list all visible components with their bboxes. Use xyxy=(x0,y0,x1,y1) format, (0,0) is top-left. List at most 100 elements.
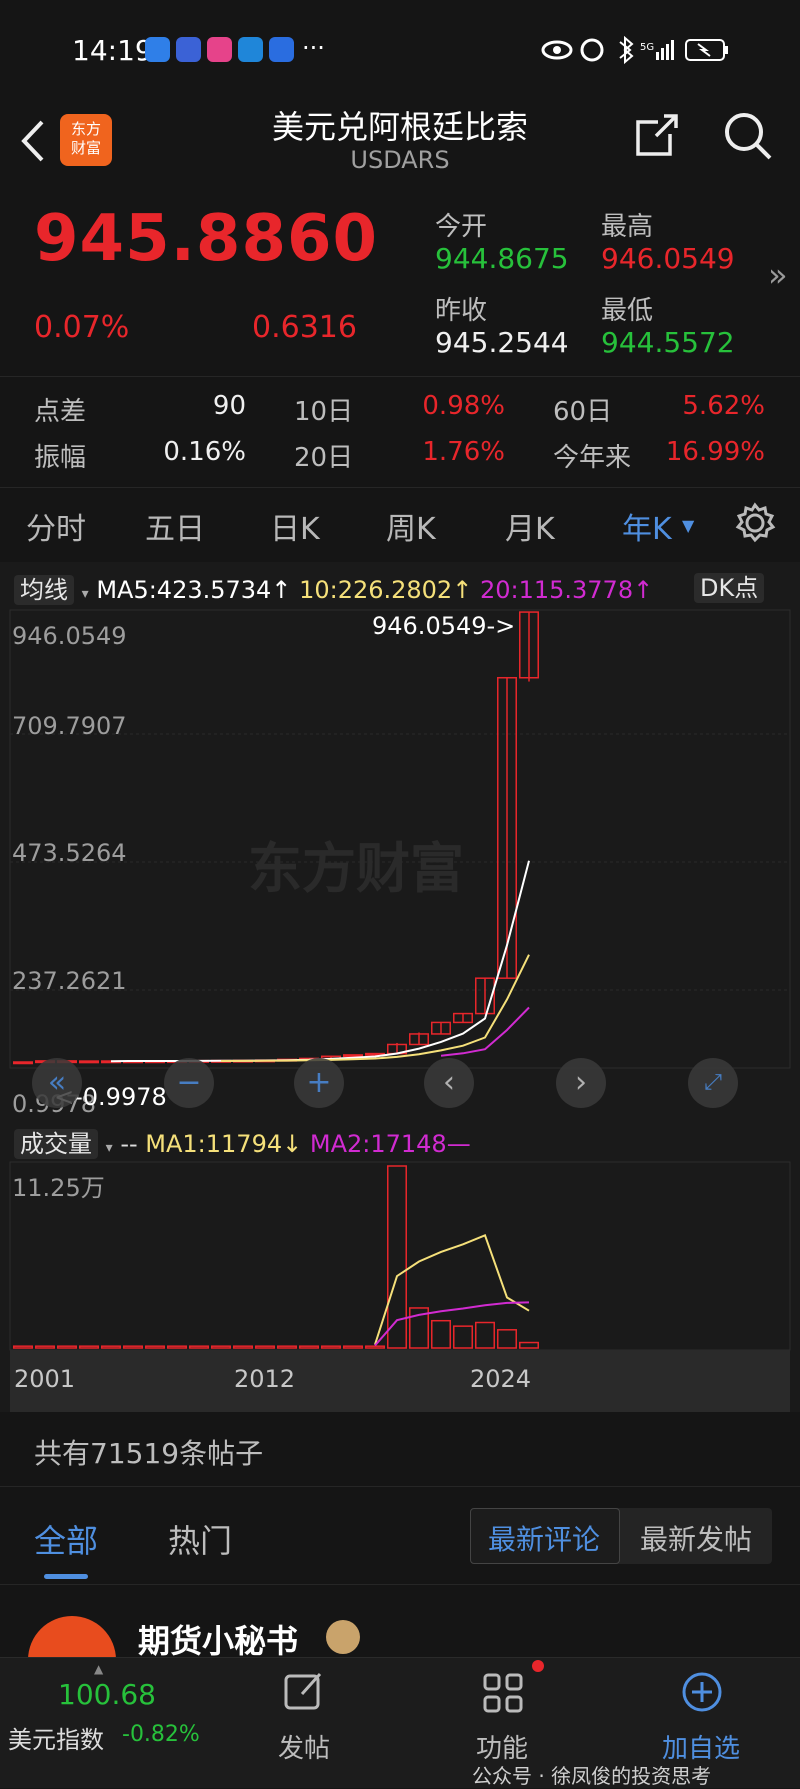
add-circle-icon[interactable] xyxy=(680,1670,724,1714)
sort-latest-comment[interactable]: 最新评论 xyxy=(488,1518,600,1558)
tab-intraday[interactable]: 分时 xyxy=(26,504,86,548)
zoom-in-icon[interactable]: + xyxy=(294,1058,344,1108)
app-notification-icon xyxy=(269,37,294,62)
sort-toggle: 最新评论 最新发帖 xyxy=(470,1508,772,1564)
low-value: 944.5572 xyxy=(601,326,735,359)
low-label: 最低 xyxy=(601,296,654,326)
usd-index-name[interactable]: 美元指数 xyxy=(8,1720,104,1755)
nav-post[interactable]: 发帖 xyxy=(278,1728,330,1765)
volume-bar xyxy=(211,1345,231,1349)
volume-selector[interactable]: 成交量 xyxy=(14,1129,98,1159)
scroll-left-icon[interactable]: ‹ xyxy=(424,1058,474,1108)
volume-bar xyxy=(13,1345,33,1349)
volume-bar xyxy=(365,1345,385,1349)
amplitude-label: 振幅 xyxy=(34,443,87,473)
volume-ma1-line xyxy=(374,1233,530,1345)
sort-latest-post[interactable]: 最新发帖 xyxy=(640,1518,752,1558)
volume-bar xyxy=(167,1345,187,1349)
volume-tick: 11.25万 xyxy=(12,1174,105,1202)
volume-bar xyxy=(255,1345,275,1349)
prev-close-label: 昨收 xyxy=(435,296,488,326)
candle-body xyxy=(79,1060,99,1064)
volume-ma1: MA1:11794↓ xyxy=(145,1130,303,1158)
app-notification-icon xyxy=(238,37,263,62)
volume-legend: 成交量 ▾ -- MA1:11794↓ MA2:17148— xyxy=(14,1124,471,1159)
volume-bar xyxy=(343,1345,363,1349)
year-tick: 2001 xyxy=(14,1365,75,1393)
divider xyxy=(0,1486,800,1487)
current-price: 945.8860 xyxy=(34,202,379,276)
search-icon[interactable] xyxy=(722,110,774,162)
high-label: 最高 xyxy=(601,212,654,242)
compose-icon[interactable] xyxy=(282,1670,326,1714)
price-tick: 237.2621 xyxy=(12,967,127,995)
volume-bar xyxy=(101,1345,121,1349)
20d-value: 1.76% xyxy=(422,437,505,467)
10d-value: 0.98% xyxy=(422,391,505,421)
tab-monthly-k[interactable]: 月K xyxy=(505,504,555,548)
scroll-right-icon[interactable]: › xyxy=(556,1058,606,1108)
app-notification-icon xyxy=(145,37,170,62)
dropdown-icon[interactable]: ▾ xyxy=(106,1140,113,1156)
price-tick: 473.5264 xyxy=(12,839,127,867)
system-status-icons: 5G xyxy=(541,36,728,65)
year-tick: 2024 xyxy=(470,1365,531,1393)
post-count: 共有71519条帖子 xyxy=(34,1437,264,1470)
status-bar: 14:19 ··· 5G xyxy=(0,0,800,100)
tab-yearly-k[interactable]: 年K xyxy=(622,504,672,548)
20d-label: 20日 xyxy=(294,443,354,473)
app-logo[interactable]: 东方财富 xyxy=(60,114,112,166)
page-title: 美元兑阿根廷比索 xyxy=(271,108,528,146)
fullscreen-icon[interactable]: ⤢ xyxy=(688,1058,738,1108)
volume-bar xyxy=(519,1341,539,1349)
open-value: 944.8675 xyxy=(435,242,569,275)
candle-body xyxy=(343,1054,363,1058)
kline-chart[interactable]: 东方财富 946.0549 709.7907 473.5264 237.2621… xyxy=(0,562,800,1412)
app-header: 东方财富 美元兑阿根廷比索 USDARS xyxy=(0,100,800,187)
volume-bar xyxy=(35,1345,55,1349)
year-tick: 2012 xyxy=(234,1365,295,1393)
tab-all-posts[interactable]: 全部 xyxy=(34,1516,98,1562)
tab-daily-k[interactable]: 日K xyxy=(270,504,320,548)
volume-bar xyxy=(233,1345,253,1349)
scroll-left-fast-icon[interactable]: « xyxy=(32,1058,82,1108)
volume-ma2: MA2:17148— xyxy=(309,1130,471,1158)
notification-dot xyxy=(532,1660,544,1672)
share-icon[interactable] xyxy=(634,112,680,158)
high-marker-label: 946.0549-> xyxy=(372,612,515,640)
dropdown-icon[interactable]: ▼ xyxy=(682,516,694,535)
open-label: 今开 xyxy=(435,212,488,242)
status-time: 14:19 xyxy=(72,34,153,67)
volume-dash: -- xyxy=(120,1130,138,1158)
app-notification-icon xyxy=(207,37,232,62)
volume-bar xyxy=(497,1329,517,1349)
bottom-navigation: ▲ 100.68 美元指数 -0.82% 发帖 功能 加自选 公众号 · 徐凤俊… xyxy=(0,1657,800,1788)
volume-bar xyxy=(299,1345,319,1349)
functions-grid-icon[interactable] xyxy=(482,1672,524,1714)
app-notification-icon xyxy=(176,37,201,62)
tab-hot-posts[interactable]: 热门 xyxy=(168,1516,232,1562)
svg-text:5G: 5G xyxy=(640,42,654,53)
change-value: 0.6316 xyxy=(252,310,357,345)
wechat-watermark: 公众号 · 徐凤俊的投资思考 xyxy=(472,1764,712,1788)
ytd-label: 今年来 xyxy=(553,443,632,473)
chart-area: 均线 ▾ MA5:423.5734↑ 10:226.2802↑ 20:115.3… xyxy=(0,562,800,1412)
zoom-out-icon[interactable]: − xyxy=(164,1058,214,1108)
volume-panel-frame xyxy=(9,1161,791,1351)
volume-bar xyxy=(321,1345,341,1349)
amplitude-value: 0.16% xyxy=(163,437,246,467)
chart-watermark: 东方财富 xyxy=(248,837,464,900)
tab-five-day[interactable]: 五日 xyxy=(145,504,205,548)
usd-index-value[interactable]: 100.68 xyxy=(58,1678,156,1711)
author-name[interactable]: 期货小秘书 xyxy=(138,1616,298,1662)
tab-weekly-k[interactable]: 周K xyxy=(386,504,436,548)
divider xyxy=(0,1584,800,1585)
quote-panel: 945.8860 0.07% 0.6316 今开 944.8675 最高 946… xyxy=(0,186,800,376)
prev-close-value: 945.2544 xyxy=(435,326,569,359)
chart-period-tabs: 分时 五日 日K 周K 月K 年K ▼ xyxy=(0,486,800,562)
spread-value: 90 xyxy=(212,391,246,421)
expand-chevron-icon[interactable]: » xyxy=(768,256,788,294)
volume-bar xyxy=(431,1319,451,1349)
settings-gear-icon[interactable] xyxy=(734,502,776,544)
back-arrow-icon[interactable] xyxy=(18,118,48,164)
